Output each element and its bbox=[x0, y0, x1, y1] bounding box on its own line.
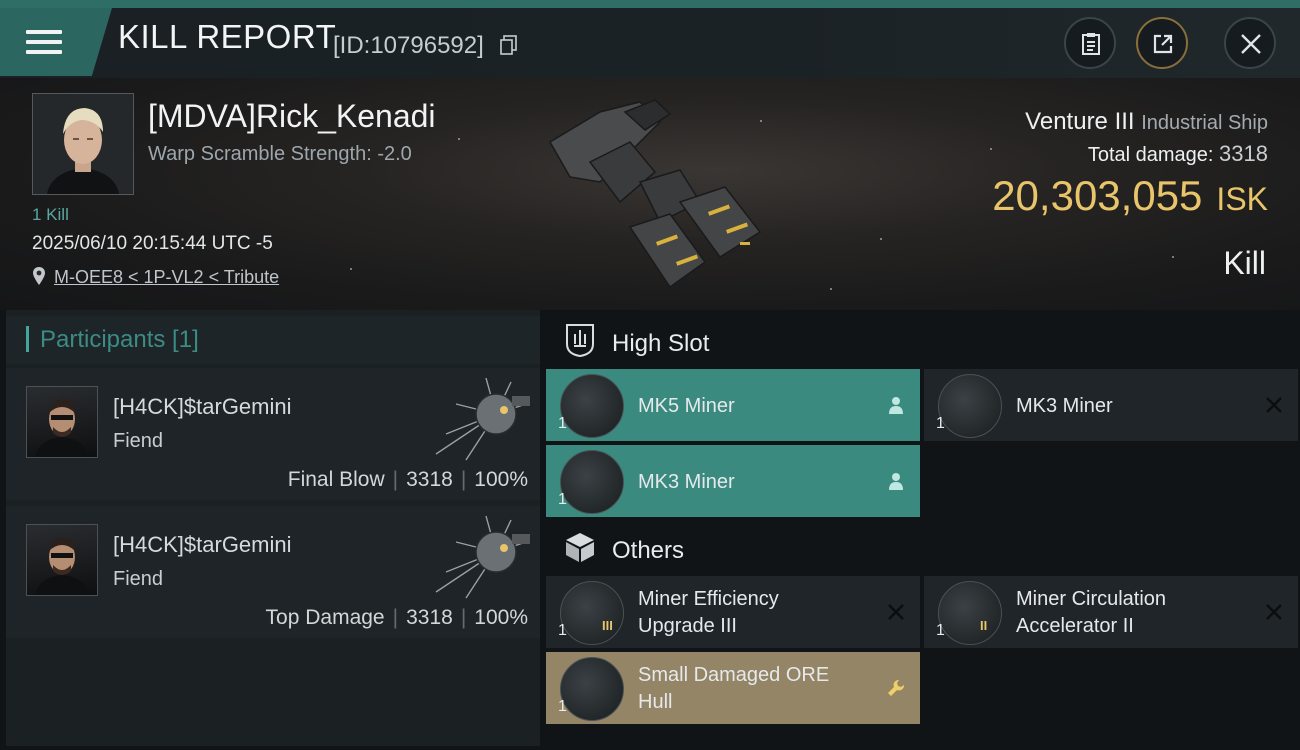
module-item[interactable]: III 1 Miner Efficiency Upgrade III bbox=[546, 576, 920, 648]
participants-title: Participants [1] bbox=[40, 326, 199, 353]
isk-unit: ISK bbox=[1216, 181, 1268, 217]
upgrade-module-icon bbox=[560, 581, 624, 645]
module-name: Miner Circulation Accelerator II bbox=[1016, 588, 1167, 637]
total-damage-value: 3318 bbox=[1219, 141, 1268, 166]
top-accent-line bbox=[0, 0, 1300, 8]
person-icon bbox=[889, 473, 903, 490]
x-icon bbox=[888, 604, 904, 620]
high-slot-label: High Slot bbox=[612, 330, 710, 357]
module-qty: 1 bbox=[558, 415, 567, 432]
participant-percent: 100% bbox=[474, 468, 528, 491]
module-item[interactable]: 1 MK3 Miner bbox=[546, 445, 920, 517]
participant-role: Final Blow bbox=[287, 468, 385, 491]
close-button[interactable] bbox=[1224, 17, 1276, 69]
module-qty: 1 bbox=[936, 415, 945, 432]
miner-module-icon bbox=[560, 450, 624, 514]
participant-name[interactable]: [H4CK]$tarGemini bbox=[113, 532, 292, 558]
participant-row[interactable]: [H4CK]$tarGemini Fiend Final Blow | 3318 | 1… bbox=[6, 368, 540, 500]
close-icon bbox=[1241, 34, 1261, 54]
participant-percent: 100% bbox=[474, 606, 528, 629]
share-button[interactable] bbox=[1136, 17, 1188, 69]
miner-module-icon bbox=[938, 374, 1002, 438]
module-tier: III bbox=[602, 618, 613, 633]
victim-avatar[interactable] bbox=[32, 93, 134, 195]
location-pin-icon bbox=[33, 267, 45, 285]
kill-datetime: 2025/06/10 20:15:44 UTC -5 bbox=[32, 233, 273, 254]
ore-hull-icon bbox=[560, 657, 624, 721]
kill-result-label: Kill bbox=[1223, 245, 1266, 281]
module-name: Small Damaged ORE Hull bbox=[638, 664, 830, 713]
participant-name[interactable]: [H4CK]$tarGemini bbox=[113, 394, 292, 420]
high-slot-icon bbox=[566, 324, 594, 358]
kill-count: 1 Kill bbox=[32, 205, 69, 224]
participant-damage: 3318 bbox=[406, 468, 453, 491]
person-icon bbox=[889, 397, 903, 414]
victim-ship-image bbox=[548, 99, 762, 289]
module-tier: II bbox=[980, 618, 988, 633]
module-qty: 1 bbox=[558, 698, 567, 715]
participant-avatar[interactable] bbox=[26, 386, 98, 458]
x-icon bbox=[1266, 604, 1282, 620]
clipboard-button[interactable] bbox=[1064, 17, 1116, 69]
others-box-icon bbox=[566, 533, 594, 562]
copy-icon[interactable] bbox=[500, 35, 518, 55]
module-item[interactable]: 1 Small Damaged ORE Hull bbox=[546, 652, 920, 724]
upgrade-module-icon bbox=[938, 581, 1002, 645]
module-item[interactable]: 1 MK5 Miner bbox=[546, 369, 920, 441]
others-label: Others bbox=[612, 537, 685, 564]
module-item[interactable]: II 1 Miner Circulation Accelerator II bbox=[924, 576, 1298, 648]
kill-location-link[interactable]: M-OEE8 < 1P-VL2 < Tribute bbox=[54, 267, 279, 288]
isk-value: 20,303,055 ISK bbox=[992, 172, 1268, 219]
victim-ship-name[interactable]: Venture III Industrial Ship bbox=[1025, 108, 1268, 136]
module-qty: 1 bbox=[558, 491, 567, 508]
participant-ship-image bbox=[435, 377, 530, 461]
module-qty: 1 bbox=[558, 622, 567, 639]
participant-row[interactable]: [H4CK]$tarGemini Fiend Top Damage | 3318 | 1… bbox=[6, 506, 540, 638]
participant-stats: Top Damage | 3318 | 100% bbox=[265, 606, 528, 629]
menu-icon bbox=[26, 30, 62, 56]
participant-role: Top Damage bbox=[265, 606, 385, 629]
page-title: KILL REPORT bbox=[118, 18, 337, 55]
ship-class: Industrial Ship bbox=[1141, 112, 1268, 134]
participant-ship: Fiend bbox=[113, 568, 164, 590]
victim-name[interactable]: [MDVA]Rick_Kenadi bbox=[148, 98, 436, 135]
miner-module-icon bbox=[560, 374, 624, 438]
participants-accent-bar bbox=[26, 326, 29, 352]
participant-stats: Final Blow | 3318 | 100% bbox=[287, 468, 528, 491]
clipboard-icon bbox=[1082, 33, 1100, 55]
total-damage: Total damage: 3318 bbox=[1087, 141, 1268, 166]
module-item[interactable]: 1 MK3 Miner bbox=[924, 369, 1298, 441]
module-name: MK3 Miner bbox=[638, 471, 735, 493]
wrench-icon bbox=[888, 679, 905, 696]
warp-scramble-strength: Warp Scramble Strength: -2.0 bbox=[148, 143, 412, 165]
participant-avatar[interactable] bbox=[26, 524, 98, 596]
module-qty: 1 bbox=[936, 622, 945, 639]
module-name: MK5 Miner bbox=[638, 395, 735, 417]
module-name: MK3 Miner bbox=[1016, 395, 1113, 417]
module-name: Miner Efficiency Upgrade III bbox=[638, 588, 779, 637]
report-id: [ID:10796592] bbox=[333, 32, 484, 59]
participant-ship-image bbox=[435, 515, 530, 599]
share-icon bbox=[1153, 34, 1173, 54]
participant-damage: 3318 bbox=[406, 606, 453, 629]
x-icon bbox=[1266, 397, 1282, 413]
participant-ship: Fiend bbox=[113, 430, 164, 452]
